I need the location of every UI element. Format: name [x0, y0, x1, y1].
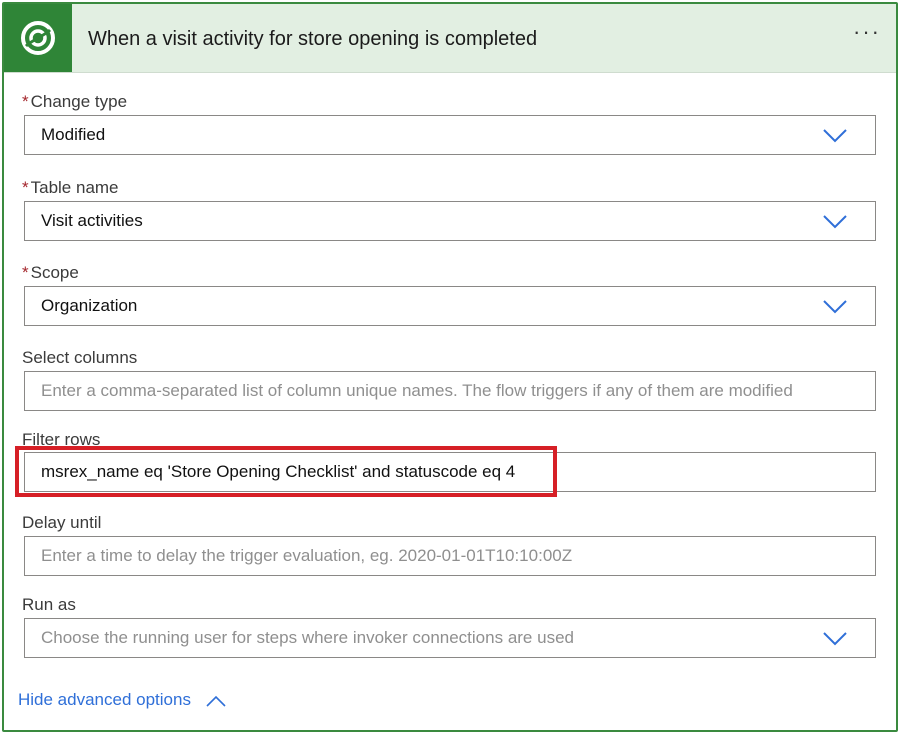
card-title: When a visit activity for store opening … [88, 28, 538, 50]
table-name-dropdown[interactable]: Visit activities [24, 201, 876, 241]
hide-advanced-options-label: Hide advanced options [18, 690, 191, 709]
table-name-label: * Table name [22, 178, 119, 198]
chevron-down-icon[interactable] [823, 632, 847, 646]
select-columns-placeholder: Enter a comma-separated list of column u… [41, 381, 793, 400]
hide-advanced-options-link[interactable]: Hide advanced options [18, 690, 226, 710]
change-type-label-text: Change type [30, 92, 128, 111]
required-marker: * [22, 178, 29, 197]
chevron-down-icon[interactable] [823, 300, 847, 314]
scope-label: * Scope [22, 263, 79, 283]
dataverse-logo-icon [4, 4, 72, 72]
scope-value: Organization [41, 296, 138, 315]
run-as-dropdown[interactable]: Choose the running user for steps where … [24, 618, 876, 658]
chevron-down-icon[interactable] [823, 129, 847, 143]
table-name-value: Visit activities [41, 211, 143, 230]
table-name-label-text: Table name [30, 178, 119, 197]
more-options-button[interactable]: ··· [850, 21, 884, 49]
change-type-label: * Change type [22, 92, 127, 112]
required-marker: * [22, 92, 29, 111]
run-as-label: Run as [22, 595, 76, 614]
chevron-down-icon[interactable] [823, 215, 847, 229]
highlight-annotation-box [15, 446, 557, 497]
select-columns-input[interactable]: Enter a comma-separated list of column u… [24, 371, 876, 411]
chevron-up-icon [206, 695, 226, 707]
required-marker: * [22, 263, 29, 282]
change-type-value: Modified [41, 125, 106, 144]
card-header[interactable]: When a visit activity for store opening … [4, 4, 896, 73]
delay-until-input[interactable]: Enter a time to delay the trigger evalua… [24, 536, 876, 576]
delay-until-placeholder: Enter a time to delay the trigger evalua… [41, 546, 573, 565]
select-columns-label: Select columns [22, 348, 138, 367]
scope-dropdown[interactable]: Organization [24, 286, 876, 326]
scope-label-text: Scope [30, 263, 79, 282]
run-as-placeholder: Choose the running user for steps where … [41, 628, 574, 647]
delay-until-label: Delay until [22, 513, 102, 532]
change-type-dropdown[interactable]: Modified [24, 115, 876, 155]
